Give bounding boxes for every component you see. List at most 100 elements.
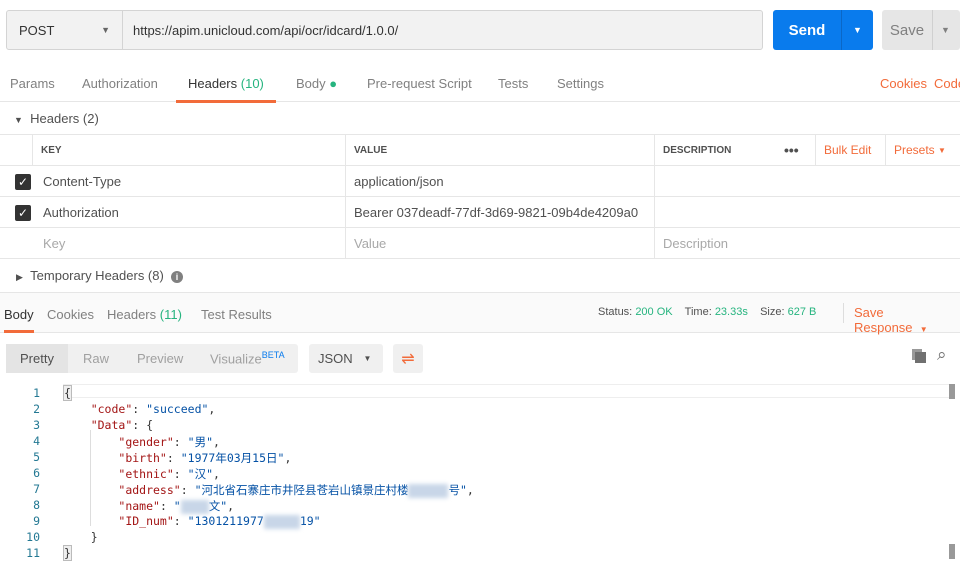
header-key[interactable]: Authorization [32, 197, 345, 227]
size-label: Size: [760, 306, 785, 318]
header-key[interactable]: Content-Type [32, 166, 345, 196]
json-value: "1301211977 [187, 514, 264, 528]
search-icon[interactable]: ⌕ [937, 345, 947, 365]
presets-button[interactable]: Presets ▼ [885, 135, 960, 165]
temporary-headers-toggle[interactable]: ▶ Temporary Headers (8) i [16, 268, 184, 283]
code-line: } [63, 530, 98, 544]
checkbox-checked[interactable]: ✓ [15, 174, 31, 190]
new-description-input[interactable]: Description [654, 228, 960, 258]
json-key: "name" [118, 499, 160, 513]
tab-pre-request-script[interactable]: Pre-request Script [367, 76, 472, 91]
method-select[interactable]: POST ▼ [7, 11, 123, 49]
code-line: "code": "succeed", [90, 402, 216, 416]
table-header: KEY VALUE DESCRIPTION ••• Bulk Edit Pres… [0, 135, 960, 166]
json-value: 19" [299, 514, 321, 528]
response-bar: Body Cookies Headers (11) Test Results S… [0, 292, 960, 335]
json-value: "河北省石寨庄市井陉县苍岩山镇景庄村楼 [194, 483, 409, 497]
json-value: " [173, 499, 181, 513]
json-key: "ethnic" [118, 467, 174, 481]
header-description[interactable] [654, 197, 960, 227]
status-value: 200 OK [635, 306, 673, 318]
format-select[interactable]: JSON ▼ [309, 344, 383, 373]
code-line: "name": " 文", [118, 499, 235, 514]
code-line: "birth": "1977年03月15日", [118, 451, 292, 465]
header-description[interactable] [654, 166, 960, 196]
json-key: "code" [90, 402, 133, 416]
code-link[interactable]: Code [934, 76, 960, 91]
status-label: Status: [598, 306, 633, 318]
time-label: Time: [684, 306, 712, 318]
save-dropdown-icon[interactable]: ▼ [932, 10, 950, 50]
code-line: "gender": "男", [118, 435, 220, 449]
chevron-down-icon: ▼ [363, 354, 372, 363]
status-info: Status: 200 OK Time: 23.33s Size: 627 B [598, 306, 816, 318]
json-key: "birth" [118, 451, 167, 465]
col-key: KEY [32, 135, 345, 165]
beta-badge: BETA [261, 350, 285, 361]
tab-body[interactable]: Body ● [296, 76, 337, 91]
caret-down-icon: ▼ [14, 115, 23, 125]
json-value: 号" [448, 483, 467, 497]
tab-authorization[interactable]: Authorization [82, 76, 158, 91]
presets-label: Presets [894, 143, 935, 157]
header-value[interactable]: Bearer 037deadf-77df-3d69-9821-09b4de420… [345, 197, 654, 227]
view-visualize[interactable]: VisualizeBETA [210, 350, 285, 366]
new-key-input[interactable]: Key [32, 228, 345, 258]
send-button[interactable]: Send ▼ [773, 10, 873, 50]
size-value: 627 B [787, 306, 817, 318]
code-line: "address": "河北省石寨庄市井陉县苍岩山镇景庄村楼 号", [118, 483, 474, 498]
send-dropdown-icon[interactable]: ▼ [841, 10, 873, 50]
line-number: 11 [26, 546, 40, 560]
view-raw[interactable]: Raw [83, 351, 109, 366]
more-icon[interactable]: ••• [776, 135, 816, 165]
code-line: "ID_num": "1301211977 19" [118, 514, 321, 529]
copy-icon[interactable] [912, 349, 926, 363]
tab-response-headers[interactable]: Headers (11) [107, 307, 182, 322]
scrollbar-marker[interactable] [949, 384, 955, 399]
json-value: "succeed" [146, 402, 209, 416]
chevron-down-icon: ▼ [919, 325, 928, 334]
new-value-input[interactable]: Value [345, 228, 654, 258]
response-body-editor[interactable]: 1 {2 "code": "succeed", 3 "Data": {4 "gend… [0, 382, 960, 574]
body-dot-icon: ● [329, 76, 338, 91]
time-value: 23.33s [714, 306, 748, 318]
divider [843, 303, 844, 323]
tab-params[interactable]: Params [10, 76, 55, 91]
cookies-link[interactable]: Cookies [880, 76, 927, 91]
tab-tests[interactable]: Tests [498, 76, 528, 91]
table-row-new: Key Value Description [0, 228, 960, 259]
headers-section-title: Headers (2) [30, 111, 99, 126]
code-line: } [63, 545, 72, 561]
save-button[interactable]: Save ▼ [882, 10, 960, 50]
tab-response-body[interactable]: Body [4, 307, 34, 333]
url-input[interactable]: https://apim.unicloud.com/api/ocr/idcard… [123, 11, 762, 49]
method-label: POST [19, 22, 55, 38]
checkbox-checked[interactable]: ✓ [15, 205, 31, 221]
bulk-edit-button[interactable]: Bulk Edit [815, 135, 885, 165]
json-key: "address" [118, 483, 181, 497]
tab-settings[interactable]: Settings [557, 76, 604, 91]
code-line: "ethnic": "汉", [118, 467, 220, 481]
format-label: JSON [318, 351, 353, 366]
json-key: "Data" [90, 418, 133, 432]
tab-headers[interactable]: Headers (10) [176, 76, 276, 103]
caret-right-icon: ▶ [16, 272, 23, 282]
line-number: 4 [33, 434, 40, 448]
wrap-lines-icon[interactable]: ⇌ [393, 344, 423, 373]
line-number: 1 [33, 386, 40, 400]
line-number: 3 [33, 418, 40, 432]
save-response-label: Save Response [854, 305, 913, 335]
json-value: "汉" [187, 467, 213, 481]
save-response-button[interactable]: Save Response ▼ [854, 305, 960, 335]
view-pretty[interactable]: Pretty [6, 344, 68, 373]
headers-count: (10) [240, 76, 264, 91]
tab-test-results[interactable]: Test Results [201, 307, 272, 322]
view-preview[interactable]: Preview [137, 351, 183, 366]
header-value[interactable]: application/json [345, 166, 654, 196]
headers-section-toggle[interactable]: ▼ Headers (2) [14, 111, 99, 126]
tab-response-cookies[interactable]: Cookies [47, 307, 94, 322]
line-number: 8 [33, 498, 40, 512]
save-label: Save [889, 21, 925, 39]
json-value: "男" [187, 435, 213, 449]
scrollbar-marker[interactable] [949, 544, 955, 559]
